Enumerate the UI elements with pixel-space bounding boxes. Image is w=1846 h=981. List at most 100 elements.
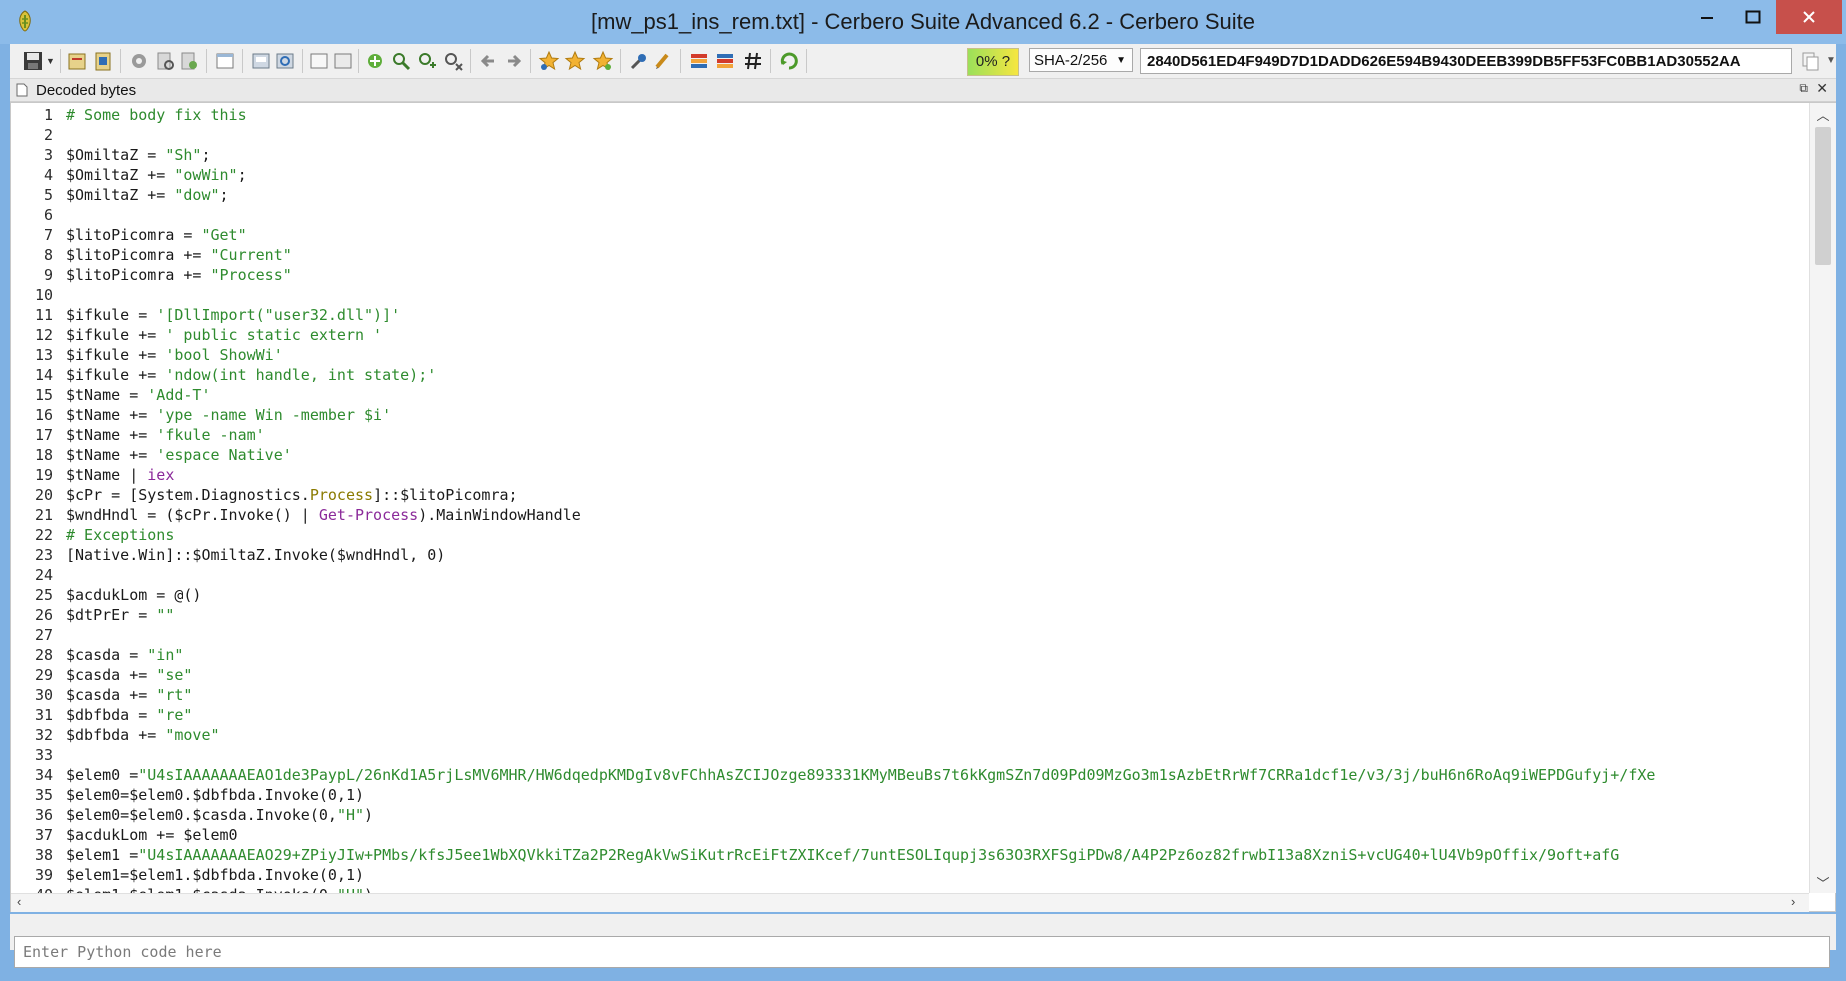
code-line[interactable]: 13 $ifkule += 'bool ShowWi' (11, 345, 1809, 365)
code-line[interactable]: 32 $dbfbda += "move" (11, 725, 1809, 745)
hash-value-field[interactable]: 2840D561ED4F949D7D1DADD626E594B9430DEEB3… (1140, 48, 1792, 74)
code-line[interactable]: 1 # Some body fix this (11, 105, 1809, 125)
code-line[interactable]: 15 $tName = 'Add-T' (11, 385, 1809, 405)
title-bar[interactable]: [mw_ps1_ins_rem.txt] - Cerbero Suite Adv… (0, 0, 1846, 44)
search-remove-icon[interactable] (442, 50, 464, 72)
scroll-left-icon[interactable]: ‹ (17, 894, 21, 909)
search-add-icon[interactable] (416, 50, 438, 72)
hash-algorithm-select[interactable]: SHA-2/256 ▼ (1029, 48, 1133, 72)
code-line[interactable]: 5 $OmiltaZ += "dow"; (11, 185, 1809, 205)
copy-menu-arrow[interactable]: ▼ (1826, 55, 1836, 66)
code-line[interactable]: 4 $OmiltaZ += "owWin"; (11, 165, 1809, 185)
code-line[interactable]: 10 (11, 285, 1809, 305)
color-palette-icon[interactable] (688, 50, 710, 72)
clipboard-icon[interactable] (92, 50, 114, 72)
code-line[interactable]: 8 $litoPicomra += "Current" (11, 245, 1809, 265)
code-line[interactable]: 28 $casda = "in" (11, 645, 1809, 665)
scroll-up-icon[interactable]: ︿ (1810, 105, 1836, 124)
code-line[interactable]: 40 $elem1=$elem1.$casda.Invoke(0,"H") (11, 885, 1809, 893)
document-search-icon[interactable] (154, 50, 176, 72)
line-number: 5 (43, 186, 53, 204)
code-text: # Exceptions (66, 525, 174, 545)
code-line[interactable]: 21 $wndHndl = ($cPr.Invoke() | Get-Proces… (11, 505, 1809, 525)
code-line[interactable]: 16 $tName += 'ype -name Win -member $i' (11, 405, 1809, 425)
window-layout-icon[interactable] (214, 50, 236, 72)
code-line[interactable]: 29 $casda += "se" (11, 665, 1809, 685)
code-line[interactable]: 25 $acdukLom = @() (11, 585, 1809, 605)
arrow-right-icon[interactable] (502, 50, 524, 72)
code-line[interactable]: 30 $casda += "rt" (11, 685, 1809, 705)
float-panel-icon[interactable]: ⧉ (1799, 81, 1808, 96)
toolbar-separator (620, 49, 621, 73)
progress-badge[interactable]: 0% ? (967, 48, 1019, 76)
code-line[interactable]: 18 $tName += 'espace Native' (11, 445, 1809, 465)
document-settings-icon[interactable] (178, 50, 200, 72)
vertical-scroll-thumb[interactable] (1815, 127, 1831, 265)
copy-icon[interactable] (1800, 51, 1820, 71)
code-line[interactable]: 20 $cPr = [System.Diagnostics.Process]::$… (11, 485, 1809, 505)
code-token: ' public static extern ' (165, 326, 383, 344)
code-line[interactable]: 14 $ifkule += 'ndow(int handle, int state… (11, 365, 1809, 385)
python-code-input[interactable] (14, 936, 1830, 968)
save-project-icon[interactable] (250, 50, 272, 72)
horizontal-scrollbar[interactable]: ‹ › (11, 893, 1809, 912)
code-line[interactable]: 34 $elem0 ="U4sIAAAAAAAEAO1de3PaypL/26nKd… (11, 765, 1809, 785)
add-green-icon[interactable] (364, 50, 386, 72)
line-number: 34 (34, 766, 53, 784)
scroll-right-icon[interactable]: › (1791, 894, 1795, 909)
code-line[interactable]: 6 (11, 205, 1809, 225)
hash-icon[interactable] (742, 50, 764, 72)
close-button[interactable] (1776, 0, 1842, 34)
vertical-scrollbar[interactable]: ︿ ﹀ (1809, 103, 1836, 893)
code-text: $elem1=$elem1.$casda.Invoke(0,"H") (66, 885, 373, 893)
code-token: $elem1 = (66, 846, 139, 864)
code-line[interactable]: 37 $acdukLom += $elem0 (11, 825, 1809, 845)
frame-icon[interactable] (308, 50, 330, 72)
code-line[interactable]: 23 [Native.Win]::$OmiltaZ.Invoke($wndHndl… (11, 545, 1809, 565)
code-line[interactable]: 17 $tName += 'fkule -nam' (11, 425, 1809, 445)
tool-wrench-icon[interactable] (628, 50, 650, 72)
save-menu-arrow[interactable]: ▼ (46, 56, 55, 66)
code-token: Get-Process (318, 506, 419, 524)
code-line[interactable]: 22 # Exceptions (11, 525, 1809, 545)
save-icon[interactable] (22, 50, 44, 72)
close-icon (1803, 11, 1815, 23)
code-line[interactable]: 9 $litoPicomra += "Process" (11, 265, 1809, 285)
arrow-left-icon[interactable] (478, 50, 500, 72)
refresh-project-icon[interactable] (274, 50, 296, 72)
search-icon[interactable] (390, 50, 412, 72)
bookmark-star-next-icon[interactable] (592, 50, 614, 72)
bookmark-star-add-icon[interactable] (538, 50, 560, 72)
code-line[interactable]: 31 $dbfbda = "re" (11, 705, 1809, 725)
close-panel-icon[interactable]: ✕ (1816, 80, 1828, 97)
code-lines[interactable]: 1 # Some body fix this 2 3 $OmiltaZ = "Sh"; 4… (11, 103, 1809, 893)
open-file-icon[interactable] (66, 50, 88, 72)
code-line[interactable]: 39 $elem1=$elem1.$dbfbda.Invoke(0,1) (11, 865, 1809, 885)
code-editor[interactable]: 1 # Some body fix this 2 3 $OmiltaZ = "Sh"; 4… (10, 102, 1836, 912)
scroll-down-icon[interactable]: ﹀ (1810, 873, 1836, 892)
code-line[interactable]: 27 (11, 625, 1809, 645)
code-line[interactable]: 12 $ifkule += ' public static extern ' (11, 325, 1809, 345)
code-line[interactable]: 19 $tName | iex (11, 465, 1809, 485)
code-line[interactable]: 3 $OmiltaZ = "Sh"; (11, 145, 1809, 165)
settings-gear-icon[interactable] (128, 50, 150, 72)
code-line[interactable]: 36 $elem0=$elem0.$casda.Invoke(0,"H") (11, 805, 1809, 825)
refresh-green-icon[interactable] (778, 50, 800, 72)
color-palette-alt-icon[interactable] (714, 50, 736, 72)
code-line[interactable]: 35 $elem0=$elem0.$dbfbda.Invoke(0,1) (11, 785, 1809, 805)
code-line[interactable]: 24 (11, 565, 1809, 585)
code-line[interactable]: 2 (11, 125, 1809, 145)
frame-alt-icon[interactable] (332, 50, 354, 72)
tool-pencil-icon[interactable] (652, 50, 674, 72)
maximize-button[interactable] (1730, 0, 1776, 34)
code-token: "" (156, 606, 175, 624)
code-token: $ifkule = (66, 306, 157, 324)
code-line[interactable]: 33 (11, 745, 1809, 765)
code-line[interactable]: 38 $elem1 ="U4sIAAAAAAAEAO29+ZPiyJIw+PMbs… (11, 845, 1809, 865)
code-line[interactable]: 11 $ifkule = '[DllImport("user32.dll")]' (11, 305, 1809, 325)
code-line[interactable]: 26 $dtPrEr = "" (11, 605, 1809, 625)
toolbar-separator (470, 49, 471, 73)
code-line[interactable]: 7 $litoPicomra = "Get" (11, 225, 1809, 245)
minimize-button[interactable] (1684, 0, 1730, 34)
bookmark-star-icon[interactable] (564, 50, 586, 72)
